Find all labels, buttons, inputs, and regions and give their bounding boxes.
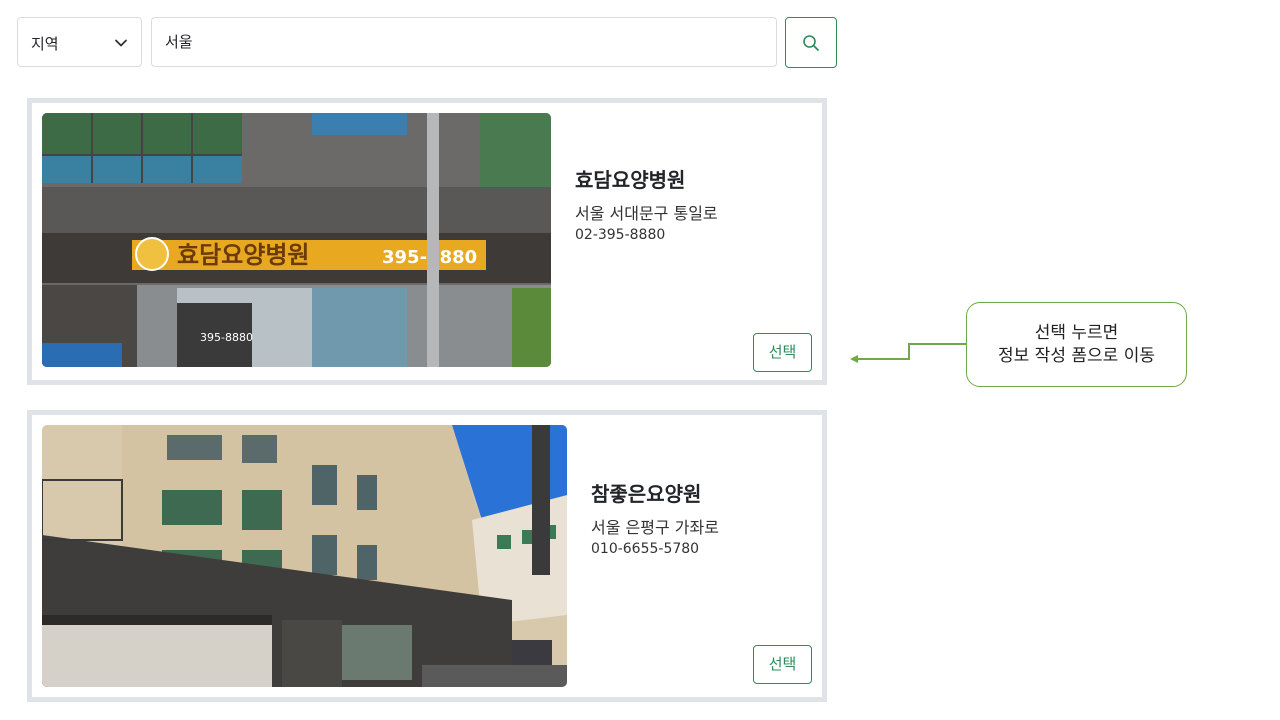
svg-text:395-8880: 395-8880 <box>200 331 253 344</box>
arrow-left-icon <box>850 343 966 363</box>
region-select-label: 지역 <box>31 35 59 53</box>
facility-card: 참좋은요양원 서울 은평구 가좌로 010-6655-5780 선택 <box>27 410 827 702</box>
facility-address: 서울 서대문구 통일로 <box>575 204 718 223</box>
search-icon <box>803 35 819 51</box>
facility-photo <box>42 425 567 687</box>
annotation-line-2: 정보 작성 폼으로 이동 <box>998 346 1155 366</box>
region-select[interactable]: 지역 <box>17 17 142 67</box>
search-input[interactable]: 서울 <box>151 17 777 67</box>
chevron-down-icon <box>115 39 127 47</box>
facility-address: 서울 은평구 가좌로 <box>591 518 719 537</box>
facility-phone: 010-6655-5780 <box>591 541 700 557</box>
facility-card: 효담요양병원 395-8880 395-8880 효담요양병원 서울 서대문구 … <box>27 98 827 385</box>
annotation-line-1: 선택 누르면 <box>1034 323 1119 343</box>
facility-name: 참좋은요양원 <box>591 482 702 506</box>
facility-name: 효담요양병원 <box>575 168 686 192</box>
facility-photo: 효담요양병원 395-8880 395-8880 <box>42 113 551 367</box>
search-button[interactable] <box>785 17 837 68</box>
facility-phone: 02-395-8880 <box>575 227 666 243</box>
select-button[interactable]: 선택 <box>753 333 812 372</box>
select-button[interactable]: 선택 <box>753 645 812 684</box>
svg-text:효담요양병원: 효담요양병원 <box>177 241 309 269</box>
annotation-callout: 선택 누르면 정보 작성 폼으로 이동 <box>966 302 1187 387</box>
